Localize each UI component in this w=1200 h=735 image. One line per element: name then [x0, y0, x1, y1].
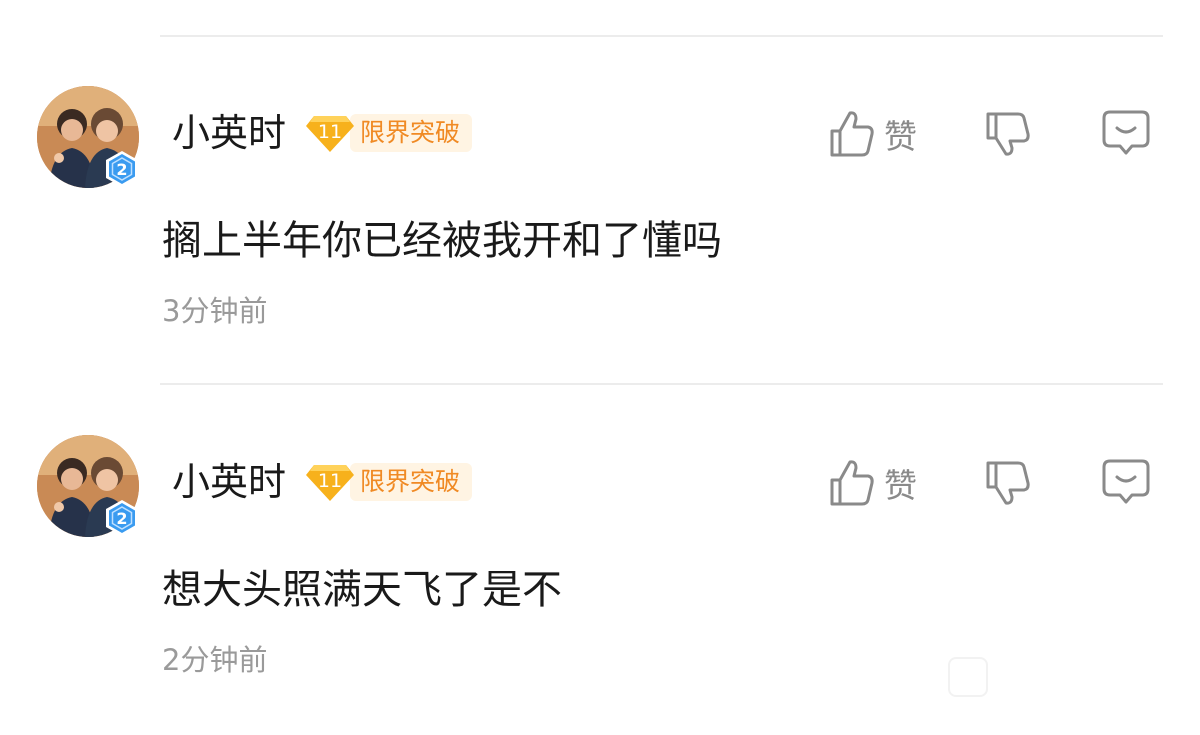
level-diamond-icon: 11 — [304, 461, 356, 503]
comment-time: 3分钟前 — [162, 294, 268, 328]
level-badge: 11 限界突破 — [304, 461, 473, 503]
top-divider — [160, 35, 1163, 37]
comment-item: 2 小英时 11 限界突破 赞 想大头照满天飞了是不 2分钟前 — [0, 435, 1200, 735]
thumbs-down-icon[interactable] — [984, 108, 1034, 158]
like-button[interactable]: 赞 — [828, 455, 917, 511]
thumbs-up-icon — [830, 460, 874, 506]
comment-time: 2分钟前 — [162, 643, 268, 677]
svg-text:2: 2 — [116, 509, 127, 528]
username[interactable]: 小英时 — [172, 457, 286, 507]
level-diamond-icon: 11 — [304, 112, 356, 154]
like-button[interactable]: 赞 — [828, 106, 917, 162]
comment-text: 搁上半年你已经被我开和了懂吗 — [162, 218, 722, 264]
comment-item: 2 小英时 11 限界突破 赞 搁上半年你已经被我开和了懂吗 3分钟前 — [0, 86, 1200, 386]
badge-label: 限界突破 — [350, 463, 473, 501]
like-label: 赞 — [884, 117, 917, 156]
comment-bubble-icon[interactable] — [1100, 455, 1152, 507]
watermark-icon — [948, 657, 988, 697]
level-hexagon-icon: 2 — [106, 500, 138, 536]
comment-bubble-icon[interactable] — [1100, 106, 1152, 158]
thumbs-down-icon[interactable] — [984, 457, 1034, 507]
thumbs-up-icon — [830, 111, 874, 157]
comment-text: 想大头照满天飞了是不 — [162, 567, 562, 613]
badge-label: 限界突破 — [350, 114, 473, 152]
level-hexagon-icon: 2 — [106, 151, 138, 187]
level-badge: 11 限界突破 — [304, 112, 473, 154]
like-label: 赞 — [884, 466, 917, 505]
avatar[interactable]: 2 — [37, 86, 139, 188]
username[interactable]: 小英时 — [172, 108, 286, 158]
avatar[interactable]: 2 — [37, 435, 139, 537]
level-number: 11 — [317, 121, 343, 143]
level-number: 11 — [317, 470, 343, 492]
svg-text:2: 2 — [116, 160, 127, 179]
